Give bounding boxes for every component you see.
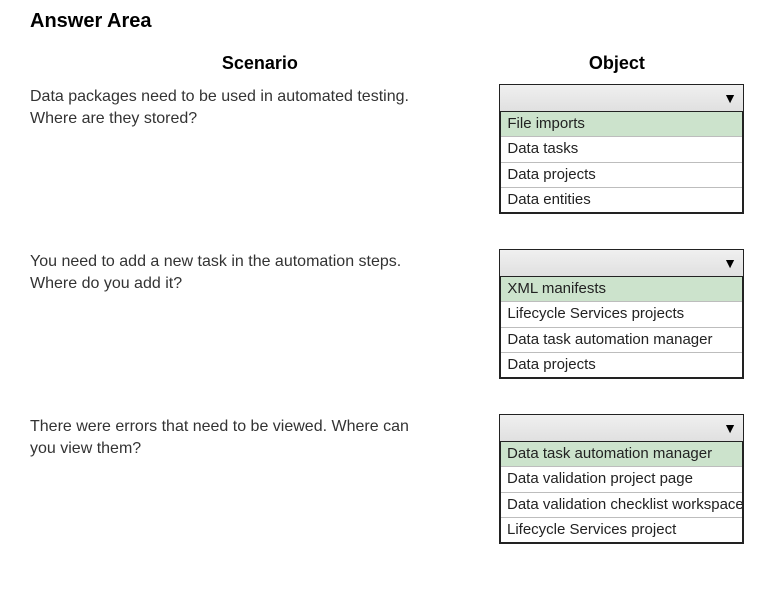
scenario-text: There were errors that need to be viewed… bbox=[30, 414, 499, 461]
dropdown-options: Data task automation manager Data valida… bbox=[499, 442, 744, 544]
question-row: You need to add a new task in the automa… bbox=[30, 249, 744, 379]
dropdown-option[interactable]: Data validation checklist workspace bbox=[501, 493, 742, 518]
dropdown-toggle[interactable]: ▼ bbox=[499, 84, 744, 112]
dropdown-option[interactable]: Data projects bbox=[501, 353, 742, 377]
dropdown-option[interactable]: Data validation project page bbox=[501, 467, 742, 492]
scenario-text: You need to add a new task in the automa… bbox=[30, 249, 499, 296]
dropdown-option[interactable]: Data task automation manager bbox=[501, 328, 742, 353]
dropdown-option[interactable]: Data tasks bbox=[501, 137, 742, 162]
dropdown-option[interactable]: Lifecycle Services projects bbox=[501, 302, 742, 327]
dropdown-option[interactable]: Data entities bbox=[501, 188, 742, 212]
question-row: There were errors that need to be viewed… bbox=[30, 414, 744, 544]
object-dropdown: ▼ XML manifests Lifecycle Services proje… bbox=[499, 249, 744, 379]
columns-header: Scenario Object bbox=[30, 53, 744, 74]
chevron-down-icon: ▼ bbox=[723, 90, 737, 106]
dropdown-options: File imports Data tasks Data projects Da… bbox=[499, 112, 744, 214]
dropdown-option[interactable]: XML manifests bbox=[501, 277, 742, 302]
dropdown-options: XML manifests Lifecycle Services project… bbox=[499, 277, 744, 379]
scenario-column-header: Scenario bbox=[30, 53, 490, 74]
dropdown-option[interactable]: File imports bbox=[501, 112, 742, 137]
page-title: Answer Area bbox=[30, 10, 744, 33]
chevron-down-icon: ▼ bbox=[723, 255, 737, 271]
question-row: Data packages need to be used in automat… bbox=[30, 84, 744, 214]
dropdown-toggle[interactable]: ▼ bbox=[499, 414, 744, 442]
scenario-text: Data packages need to be used in automat… bbox=[30, 84, 499, 131]
dropdown-option[interactable]: Data task automation manager bbox=[501, 442, 742, 467]
dropdown-option[interactable]: Lifecycle Services project bbox=[501, 518, 742, 542]
dropdown-option[interactable]: Data projects bbox=[501, 163, 742, 188]
dropdown-toggle[interactable]: ▼ bbox=[499, 249, 744, 277]
object-dropdown: ▼ Data task automation manager Data vali… bbox=[499, 414, 744, 544]
object-column-header: Object bbox=[490, 53, 744, 74]
chevron-down-icon: ▼ bbox=[723, 420, 737, 436]
object-dropdown: ▼ File imports Data tasks Data projects … bbox=[499, 84, 744, 214]
